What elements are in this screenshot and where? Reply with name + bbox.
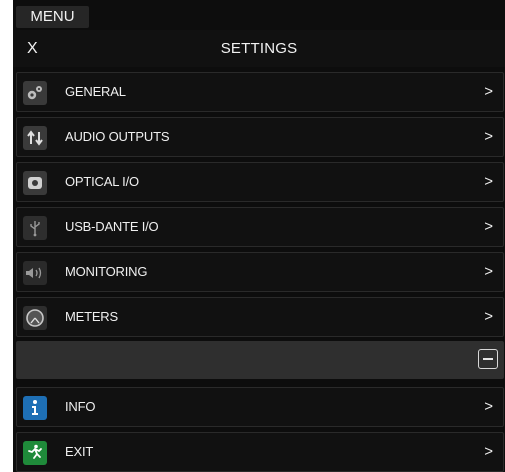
- collapse-button[interactable]: [478, 349, 498, 369]
- menu-item-monitoring[interactable]: MONITORING >: [16, 252, 504, 292]
- menu-item-label: INFO: [65, 399, 96, 414]
- exit-running-man-icon: [23, 441, 47, 465]
- chevron-right-icon: >: [484, 263, 493, 280]
- chevron-right-icon: >: [484, 83, 493, 100]
- menu-item-label: MONITORING: [65, 264, 148, 279]
- gauge-icon: [23, 306, 47, 330]
- menu-item-label: OPTICAL I/O: [65, 174, 139, 189]
- info-icon: [23, 396, 47, 420]
- chevron-right-icon: >: [484, 218, 493, 235]
- menu-item-general[interactable]: GENERAL >: [16, 72, 504, 112]
- menu-item-exit[interactable]: EXIT >: [16, 432, 504, 472]
- chevron-right-icon: >: [484, 398, 493, 415]
- settings-header: X SETTINGS: [13, 30, 505, 67]
- page-title: SETTINGS: [220, 40, 298, 57]
- menu-item-audio-outputs[interactable]: AUDIO OUTPUTS >: [16, 117, 504, 157]
- section-collapse-bar: [16, 341, 504, 379]
- menu-item-meters[interactable]: METERS >: [16, 297, 504, 337]
- usb-icon: [23, 216, 47, 240]
- up-down-arrows-icon: [23, 126, 47, 150]
- optical-port-icon: [23, 171, 47, 195]
- menu-item-label: EXIT: [65, 444, 94, 459]
- chevron-right-icon: >: [484, 308, 493, 325]
- menu-item-info[interactable]: INFO >: [16, 387, 504, 427]
- menu-item-optical-io[interactable]: OPTICAL I/O >: [16, 162, 504, 202]
- menu-item-usb-dante-io[interactable]: USB-DANTE I/O >: [16, 207, 504, 247]
- menu-tab[interactable]: MENU: [16, 6, 89, 28]
- gears-icon: [23, 81, 47, 105]
- settings-panel: MENU X SETTINGS GENERAL > AUDIO OUTPUTS …: [13, 0, 505, 472]
- menu-item-label: METERS: [65, 309, 118, 324]
- menu-item-label: GENERAL: [65, 84, 126, 99]
- chevron-right-icon: >: [484, 173, 493, 190]
- speaker-icon: [23, 261, 47, 285]
- menu-item-label: USB-DANTE I/O: [65, 219, 159, 234]
- chevron-right-icon: >: [484, 128, 493, 145]
- chevron-right-icon: >: [484, 443, 493, 460]
- menu-item-label: AUDIO OUTPUTS: [65, 129, 170, 144]
